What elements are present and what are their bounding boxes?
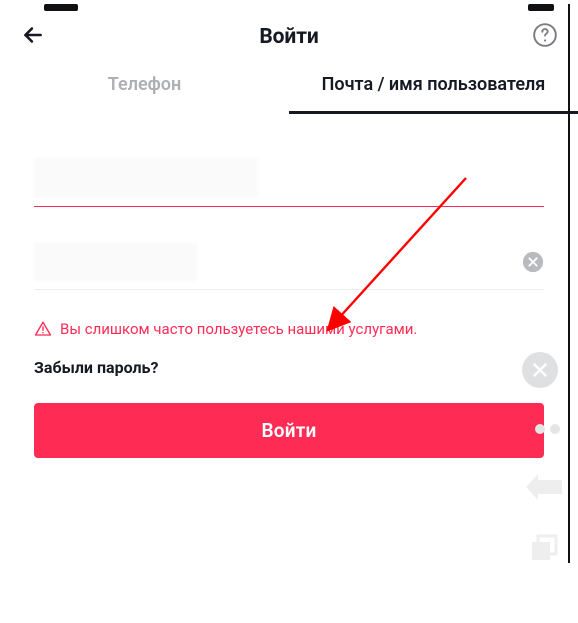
carousel-dots <box>520 424 560 434</box>
auth-tabs: Телефон Почта / имя пользователя <box>0 62 578 114</box>
username-input[interactable] <box>34 158 258 198</box>
close-icon <box>529 359 551 381</box>
tab-email-username[interactable]: Почта / имя пользователя <box>289 62 578 114</box>
carousel-dot[interactable] <box>550 424 560 434</box>
statusbar-fragment <box>528 4 554 11</box>
login-screen: Войти Телефон Почта / имя пользователя <box>0 0 578 623</box>
carousel-dot[interactable] <box>520 424 530 434</box>
help-circle-icon <box>532 22 558 48</box>
input-underline <box>34 206 544 207</box>
forgot-password-link[interactable]: Забыли пароль? <box>34 358 158 377</box>
warning-icon <box>34 320 52 338</box>
error-message-row: Вы слишком часто пользуетесь нашими услу… <box>34 320 544 338</box>
side-back-indicator <box>524 472 564 506</box>
arrow-left-icon <box>20 22 46 48</box>
side-copy-indicator <box>528 532 560 568</box>
back-button[interactable] <box>20 22 46 52</box>
clear-icon <box>522 251 544 273</box>
login-form: Вы слишком часто пользуетесь нашими услу… <box>0 114 578 478</box>
password-field-wrap <box>34 243 544 290</box>
overlay-close-button[interactable] <box>522 352 558 388</box>
clear-input-button[interactable] <box>522 251 544 277</box>
carousel-dot[interactable] <box>535 424 545 434</box>
page-title: Войти <box>259 25 318 49</box>
username-field-wrap <box>34 158 544 207</box>
screenshot-edge <box>568 4 570 563</box>
help-button[interactable] <box>532 22 558 52</box>
input-underline <box>34 289 544 290</box>
statusbar-fragment <box>44 4 78 11</box>
login-button[interactable]: Войти <box>34 403 544 458</box>
tab-phone[interactable]: Телефон <box>0 62 289 114</box>
copy-icon <box>528 532 560 564</box>
header: Войти <box>0 0 578 62</box>
error-text: Вы слишком часто пользуетесь нашими услу… <box>60 320 417 338</box>
password-input[interactable] <box>34 243 197 281</box>
arrow-left-thick-icon <box>524 472 564 502</box>
